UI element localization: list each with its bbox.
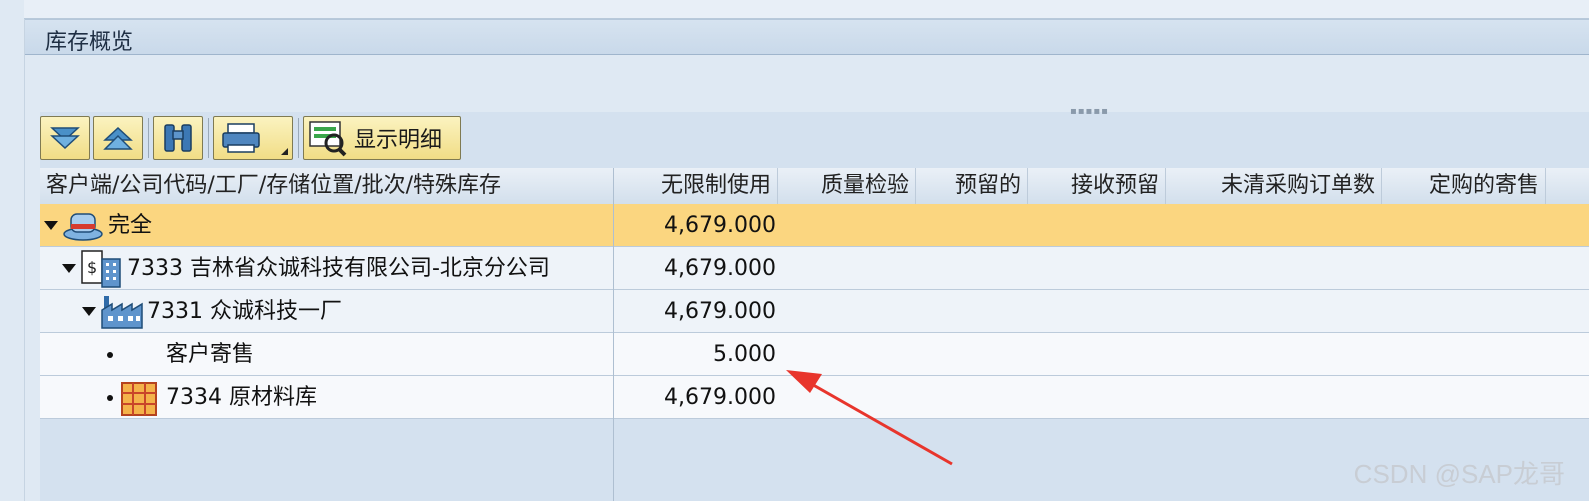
annotation-arrow: [786, 370, 953, 466]
watermark-text: CSDN @SAP龙哥: [1353, 459, 1565, 489]
